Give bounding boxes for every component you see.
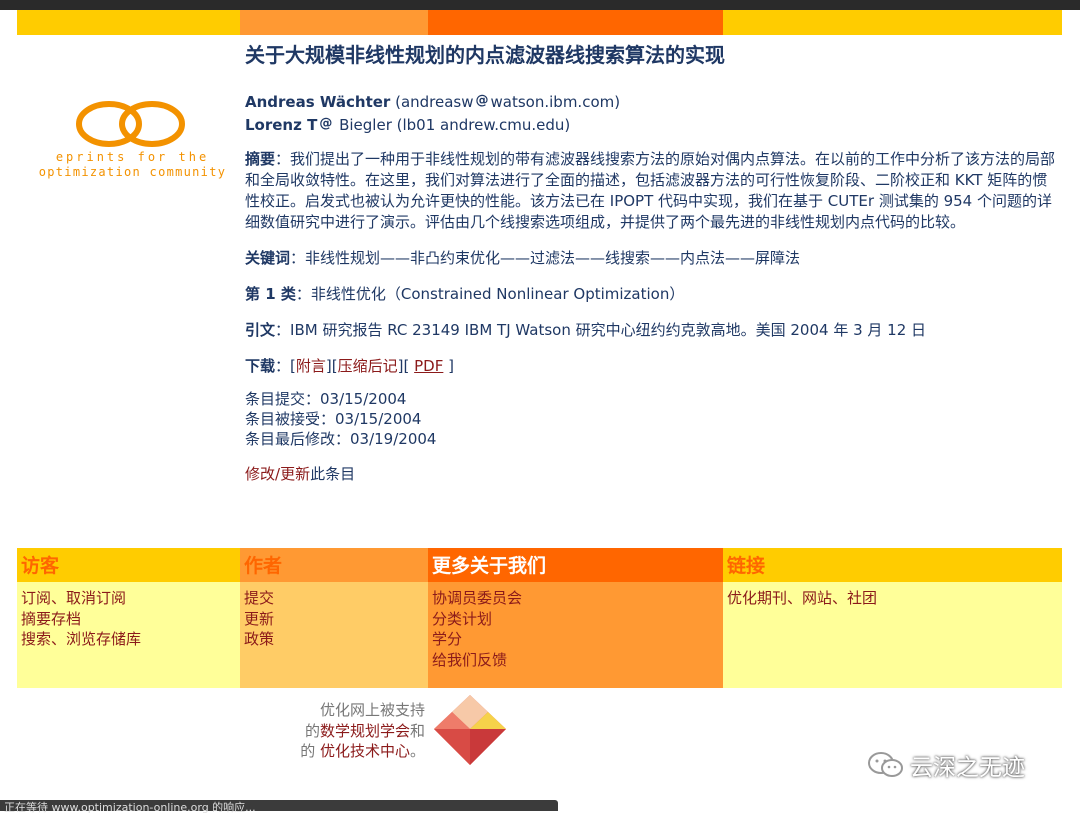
footer-link-digest-archive[interactable]: 摘要存档 [21, 609, 240, 630]
author-name: Lorenz T [245, 116, 318, 134]
entry-dates: 条目提交：03/15/2004 条目被接受：03/15/2004 条目最后修改：… [245, 389, 1060, 449]
rings-logo-icon [76, 101, 185, 147]
watermark-text: 云深之无迹 [910, 755, 1025, 781]
mps-link[interactable]: 数学规划学会 [320, 722, 410, 740]
date-accepted: 条目被接受：03/15/2004 [245, 410, 422, 428]
support-line2: 的数学规划学会和 [270, 721, 425, 742]
download-link-ps[interactable]: 附言 [296, 357, 326, 375]
support-line1: 优化网上被支持 [319, 701, 425, 719]
date-modified: 条目最后修改：03/19/2004 [245, 430, 437, 448]
page-title: 关于大规模非线性规划的内点滤波器线搜索算法的实现 [245, 43, 725, 67]
download: 下载：[附言][压缩后记][ PDF ] [245, 357, 454, 375]
author-email-user: Biegler (lb01 [339, 116, 436, 134]
at-icon: @ [475, 93, 489, 108]
abstract-label: 摘要 [245, 150, 276, 168]
footer-link-policies[interactable]: 政策 [244, 629, 428, 650]
support-post3: 。 [409, 742, 425, 760]
modify-tail: 此条目 [310, 465, 356, 483]
footer-heading: 更多关于我们 [428, 548, 723, 582]
author-email-domain: andrew.cmu.edu) [440, 116, 571, 134]
author-email-user: (andreasw [395, 93, 474, 111]
browser-top-edge [0, 0, 1080, 10]
category-label: 第 1 类 [245, 285, 296, 303]
footer-nav: 访客 订阅、取消订阅 摘要存档 搜索、浏览存储库 作者 提交 更新 政策 更多关… [17, 548, 1062, 688]
abstract-text: ：我们提出了一种用于非线性规划的带有滤波器线搜索方法的原始对偶内点算法。在以前的… [245, 150, 1056, 231]
footer-heading: 访客 [17, 548, 240, 582]
category: 第 1 类：非线性优化（Constrained Nonlinear Optimi… [245, 284, 1060, 305]
support-pre3: 的 [300, 742, 320, 760]
author-email-domain: watson.ibm.com) [490, 93, 621, 111]
footer-col-links: 链接 优化期刊、网站、社团 [723, 548, 1062, 688]
download-link-pdf[interactable]: PDF [414, 357, 443, 375]
entry-content: 关于大规模非线性规划的内点滤波器线搜索算法的实现 Andreas Wächter… [245, 40, 1060, 485]
download-colon: ： [275, 357, 291, 375]
citation-label: 引文 [245, 321, 276, 339]
modify-link[interactable]: 修改 [245, 465, 275, 483]
header-stripe-light-orange [240, 10, 428, 35]
footer-link-journals[interactable]: 优化期刊、网站、社团 [727, 588, 1062, 609]
footer-link-update[interactable]: 更新 [244, 609, 428, 630]
status-text: 正在等待 www.optimization-online.org 的响应... [4, 801, 256, 814]
footer-link-submit[interactable]: 提交 [244, 588, 428, 609]
footer-link-board[interactable]: 协调员委员会 [432, 588, 723, 609]
update-link[interactable]: 更新 [280, 465, 310, 483]
wechat-icon [868, 752, 903, 777]
logo-tagline-line2: optimization community [38, 165, 227, 179]
header-stripe-yellow [17, 10, 240, 35]
keywords: 关键词：非线性规划——非凸约束优化——过滤法——线搜索——内点法——屏障法 [245, 248, 1060, 269]
site-logo[interactable]: eprints for the optimization community [30, 100, 235, 185]
status-bar: 正在等待 www.optimization-online.org 的响应... [0, 800, 558, 814]
date-submitted: 条目提交：03/15/2004 [245, 390, 407, 408]
download-link-gzip[interactable]: 压缩后记 [338, 357, 398, 375]
author-list: Andreas Wächter (andreasw @ watson.ibm.com… [245, 90, 1060, 136]
footer-heading: 作者 [240, 548, 428, 582]
footer-col-visitors: 访客 订阅、取消订阅 摘要存档 搜索、浏览存储库 [17, 548, 240, 688]
support-note: 优化网上被支持 的数学规划学会和 的 优化技术中心。 [270, 700, 425, 762]
abstract: 摘要：我们提出了一种用于非线性规划的带有滤波器线搜索方法的原始对偶内点算法。在以… [245, 149, 1060, 233]
support-line3: 的 优化技术中心。 [270, 741, 425, 762]
keywords-label: 关键词 [245, 249, 291, 267]
header-stripe-orange [428, 10, 723, 35]
mps-diamond-logo-icon[interactable] [432, 693, 508, 767]
author-row: Andreas Wächter (andreasw @ watson.ibm.com… [245, 90, 1060, 113]
otc-link[interactable]: 优化技术中心 [320, 742, 410, 760]
logo-tagline: eprints for the optimization community [30, 150, 235, 180]
citation-text: ：IBM 研究报告 RC 23149 IBM TJ Watson 研究中心纽约约… [275, 321, 927, 339]
footer-link-credits[interactable]: 学分 [432, 629, 723, 650]
header-stripe-yellow-right [723, 10, 1062, 35]
download-label: 下载 [245, 357, 276, 375]
keywords-text: ：非线性规划——非凸约束优化——过滤法——线搜索——内点法——屏障法 [290, 249, 801, 267]
logo-tagline-line1: eprints for the [55, 150, 210, 164]
author-row: Lorenz T @ Biegler (lb01 andrew.cmu.edu) [245, 113, 1060, 136]
footer-heading: 链接 [723, 548, 1062, 582]
footer-link-feedback[interactable]: 给我们反馈 [432, 650, 723, 671]
support-pre2: 的 [304, 721, 320, 740]
footer-link-classification[interactable]: 分类计划 [432, 609, 723, 630]
modify-entry: 修改/更新此条目 [245, 464, 1060, 485]
at-icon: @ [319, 116, 333, 131]
citation: 引文：IBM 研究报告 RC 23149 IBM TJ Watson 研究中心纽… [245, 320, 1060, 341]
category-text: ：非线性优化（Constrained Nonlinear Optimizatio… [295, 285, 685, 303]
footer-col-about: 更多关于我们 协调员委员会 分类计划 学分 给我们反馈 [428, 548, 723, 688]
footer-col-authors: 作者 提交 更新 政策 [240, 548, 428, 688]
footer-link-subscribe[interactable]: 订阅、取消订阅 [21, 588, 240, 609]
author-name: Andreas Wächter [245, 93, 391, 111]
support-post2: 和 [409, 721, 425, 740]
footer-link-search[interactable]: 搜索、浏览存储库 [21, 629, 240, 650]
